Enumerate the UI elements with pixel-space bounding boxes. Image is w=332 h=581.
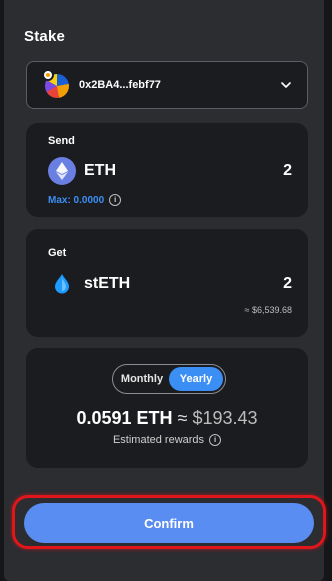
account-address: 0x2BA4...febf77 (79, 79, 161, 91)
avatar-badge-icon (42, 69, 54, 81)
get-token-row: stETH 2 (48, 270, 292, 298)
chevron-down-icon[interactable] (279, 78, 293, 92)
rewards-eth: 0.0591 ETH (76, 408, 173, 428)
rewards-usd: $193.43 (192, 408, 258, 428)
send-token-name: ETH (84, 162, 116, 179)
info-icon[interactable]: i (209, 434, 222, 446)
period-toggle[interactable]: Monthly Yearly (112, 364, 226, 394)
send-amount-input[interactable]: 2 (283, 162, 292, 180)
confirm-button[interactable]: Confirm (24, 503, 314, 543)
get-usd-value: ≈ $6,539.68 (244, 305, 292, 315)
avatar (42, 69, 71, 99)
send-card: Send ETH 2 Max: 0.0000 i (26, 123, 308, 217)
steth-icon (48, 270, 76, 298)
stake-panel: Stake 0x2BA4...febf77 Send ETH 2 Max: 0.… (4, 0, 326, 581)
account-selector[interactable]: 0x2BA4...febf77 (26, 61, 308, 109)
rewards-caption-text: Estimated rewards (112, 434, 205, 446)
eth-icon (48, 157, 76, 185)
rewards-amount: 0.0591 ETH ≈ $193.43 (26, 408, 308, 429)
send-label: Send (48, 135, 75, 147)
max-balance-text[interactable]: Max: 0.0000 (48, 195, 104, 206)
max-balance[interactable]: Max: 0.0000 i (48, 194, 122, 206)
toggle-monthly[interactable]: Monthly (115, 367, 169, 391)
approx-symbol: ≈ (177, 408, 188, 428)
rewards-caption: Estimated rewards i (26, 434, 308, 446)
toggle-yearly[interactable]: Yearly (169, 367, 223, 391)
rewards-card: Monthly Yearly 0.0591 ETH ≈ $193.43 Esti… (26, 348, 308, 468)
page-title: Stake (24, 28, 66, 45)
get-amount: 2 (283, 275, 292, 292)
send-token-row: ETH 2 (48, 157, 292, 185)
get-label: Get (48, 247, 67, 259)
get-token-name: stETH (84, 275, 131, 292)
info-icon[interactable]: i (109, 194, 122, 206)
get-card: Get stETH 2 ≈ $6,539.68 (26, 229, 308, 337)
